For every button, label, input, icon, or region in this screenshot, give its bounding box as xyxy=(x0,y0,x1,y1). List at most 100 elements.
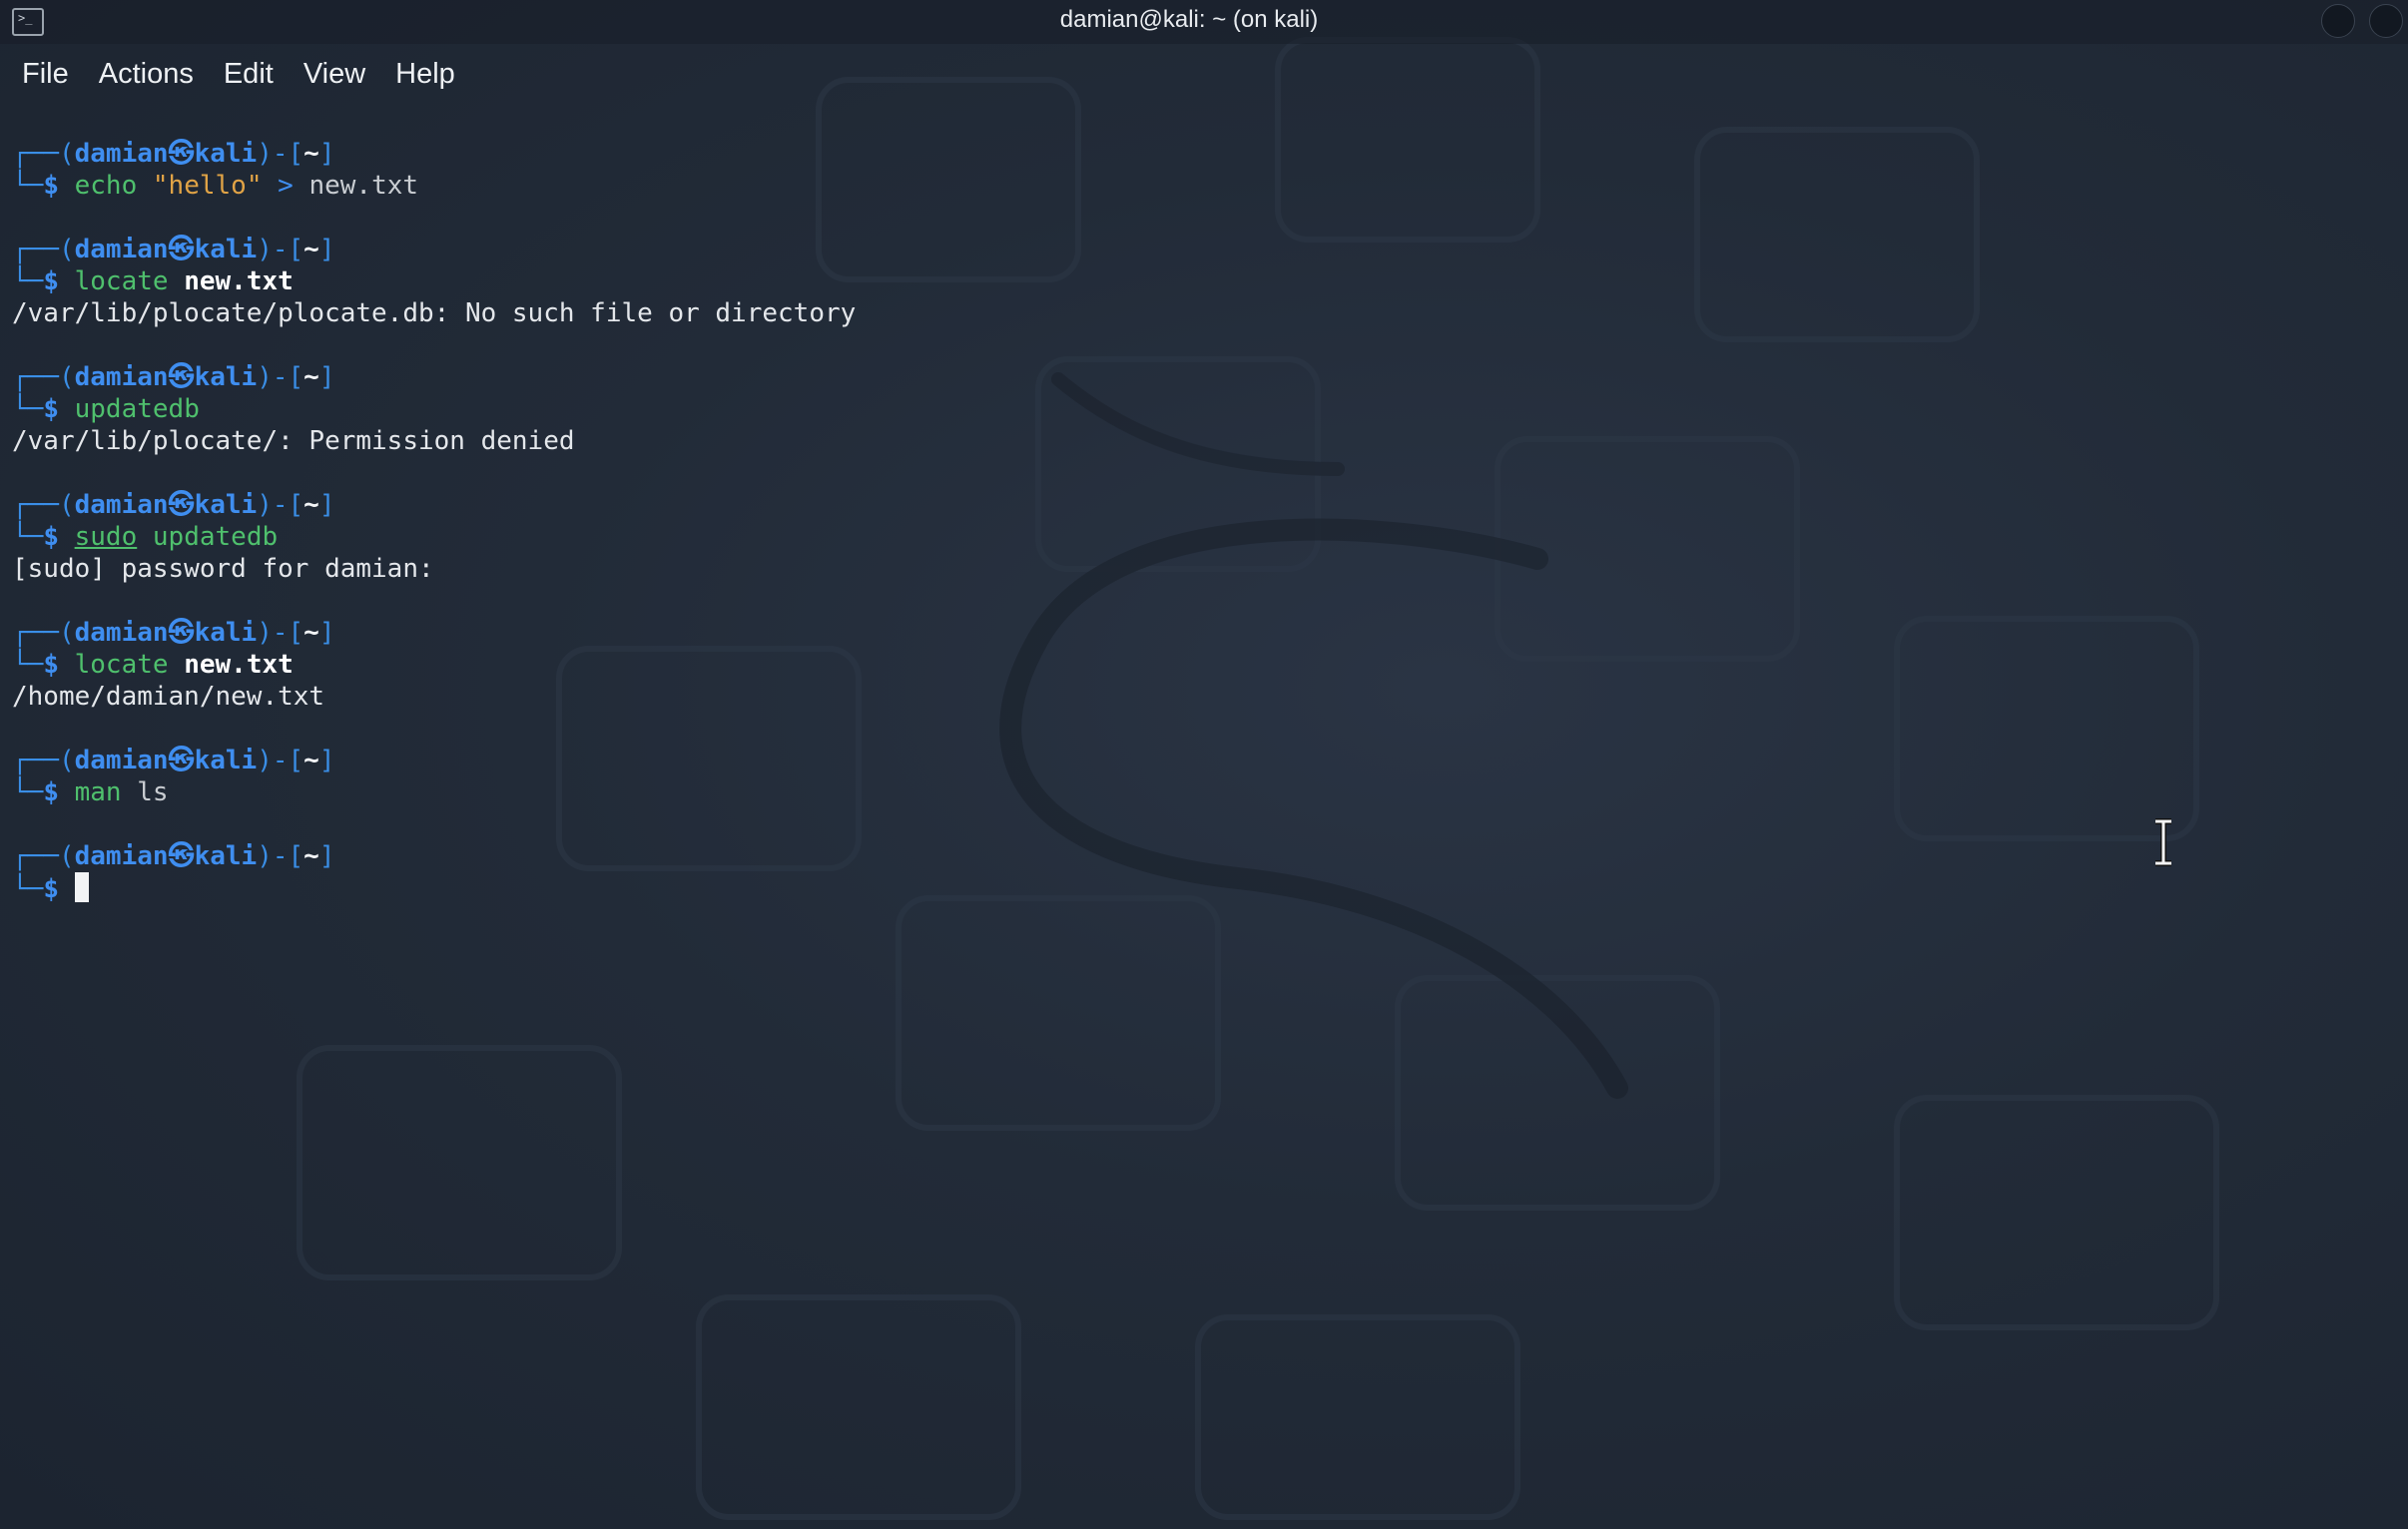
command-line: └─$ updatedb xyxy=(12,393,2388,425)
prompt-directory: ~ xyxy=(303,841,319,871)
command-line: └─$ locate new.txt xyxy=(12,649,2388,681)
prompt-at-symbol: ㉿ xyxy=(168,841,195,871)
prompt-bracket: ] xyxy=(318,139,335,169)
command-output: [sudo] password for damian: xyxy=(12,554,434,584)
prompt-bracket: ] xyxy=(318,618,335,648)
command-argument: ls xyxy=(137,777,169,807)
prompt-corner: └─ xyxy=(12,394,44,424)
prompt-bracket: ┌──( xyxy=(12,841,75,871)
window-title: damian@kali: ~ (on kali) xyxy=(1059,6,1319,33)
prompt-corner: └─ xyxy=(12,522,44,552)
prompt-header: ┌──(damian㉿kali)-[~] xyxy=(12,138,2388,170)
menu-actions[interactable]: Actions xyxy=(99,58,194,91)
menu-file[interactable]: File xyxy=(22,58,69,91)
prompt-user: damian xyxy=(74,746,169,775)
prompt-bracket: )-[ xyxy=(257,490,304,520)
prompt-user: damian xyxy=(74,841,169,871)
prompt-corner: └─ xyxy=(12,874,44,904)
command-name: man xyxy=(74,777,122,807)
prompt-at-symbol: ㉿ xyxy=(168,490,195,520)
prompt-header: ┌──(damian㉿kali)-[~] xyxy=(12,745,2388,776)
prompt-corner: └─ xyxy=(12,777,44,807)
prompt-bracket: ] xyxy=(318,841,335,871)
prompt-symbol: $ xyxy=(43,266,59,296)
prompt-bracket: ] xyxy=(318,235,335,264)
command-output: /var/lib/plocate/plocate.db: No such fil… xyxy=(12,298,857,328)
prompt-user: damian xyxy=(74,139,169,169)
prompt-bracket: ┌──( xyxy=(12,490,75,520)
prompt-user: damian xyxy=(74,490,169,520)
prompt-corner: └─ xyxy=(12,266,44,296)
prompt-bracket: )-[ xyxy=(257,618,304,648)
menu-view[interactable]: View xyxy=(303,58,365,91)
prompt-bracket: ] xyxy=(318,746,335,775)
menu-edit[interactable]: Edit xyxy=(224,58,274,91)
prompt-symbol: $ xyxy=(43,650,59,680)
menu-help[interactable]: Help xyxy=(395,58,455,91)
prompt-host: kali xyxy=(194,490,258,520)
prompt-bracket: )-[ xyxy=(257,841,304,871)
terminal-block: ┌──(damian㉿kali)-[~] └─$ sudo updatedb [su… xyxy=(12,489,2388,585)
prompt-bracket: )-[ xyxy=(257,139,304,169)
terminal-block: ┌──(damian㉿kali)-[~] └─$ locate new.txt/v… xyxy=(12,234,2388,329)
prompt-bracket: )-[ xyxy=(257,362,304,392)
terminal-output-area[interactable]: ┌──(damian㉿kali)-[~] └─$ echo "hello" > n… xyxy=(12,138,2388,936)
command-name: locate xyxy=(74,266,169,296)
prompt-at-symbol: ㉿ xyxy=(168,746,195,775)
prompt-host: kali xyxy=(194,841,258,871)
prompt-symbol: $ xyxy=(43,874,59,904)
command-line: └─$ sudo updatedb xyxy=(12,521,2388,553)
text-cursor-ibeam-icon xyxy=(2155,818,2171,866)
prompt-directory: ~ xyxy=(303,235,319,264)
prompt-corner: └─ xyxy=(12,650,44,680)
prompt-user: damian xyxy=(74,235,169,264)
prompt-user: damian xyxy=(74,618,169,648)
prompt-directory: ~ xyxy=(303,746,319,775)
prompt-user: damian xyxy=(74,362,169,392)
command-line: └─$ man ls xyxy=(12,776,2388,808)
prompt-directory: ~ xyxy=(303,362,319,392)
prompt-header: ┌──(damian㉿kali)-[~] xyxy=(12,489,2388,521)
command-argument: updatedb xyxy=(152,522,279,552)
command-output: /var/lib/plocate/: Permission denied xyxy=(12,426,575,456)
command-output: /home/damian/new.txt xyxy=(12,682,325,712)
minimize-button[interactable] xyxy=(2321,4,2355,38)
prompt-host: kali xyxy=(194,139,258,169)
prompt-host: kali xyxy=(194,362,258,392)
prompt-at-symbol: ㉿ xyxy=(168,362,195,392)
command-argument: new.txt xyxy=(184,650,294,680)
command-line: └─$ xyxy=(12,872,2388,904)
command-name: updatedb xyxy=(74,394,200,424)
prompt-at-symbol: ㉿ xyxy=(168,618,195,648)
prompt-at-symbol: ㉿ xyxy=(168,139,195,169)
prompt-bracket: ┌──( xyxy=(12,235,75,264)
command-name: sudo xyxy=(74,522,138,552)
command-argument: "hello" xyxy=(152,171,263,201)
terminal-block: ┌──(damian㉿kali)-[~] └─$ xyxy=(12,840,2388,904)
maximize-button[interactable] xyxy=(2369,4,2403,38)
text-cursor xyxy=(74,872,89,902)
menu-bar: File Actions Edit View Help xyxy=(0,52,2408,96)
title-bar: >_ damian@kali: ~ (on kali) xyxy=(0,0,2408,44)
command-line: └─$ locate new.txt xyxy=(12,265,2388,297)
terminal-window: >_ damian@kali: ~ (on kali) File Actions… xyxy=(0,0,2408,1529)
command-line: └─$ echo "hello" > new.txt xyxy=(12,170,2388,202)
prompt-header: ┌──(damian㉿kali)-[~] xyxy=(12,361,2388,393)
prompt-bracket: ┌──( xyxy=(12,618,75,648)
prompt-header: ┌──(damian㉿kali)-[~] xyxy=(12,840,2388,872)
prompt-directory: ~ xyxy=(303,490,319,520)
prompt-bracket: ┌──( xyxy=(12,139,75,169)
command-name: locate xyxy=(74,650,169,680)
prompt-host: kali xyxy=(194,235,258,264)
command-name: echo xyxy=(74,171,138,201)
prompt-corner: └─ xyxy=(12,171,44,201)
prompt-bracket: ] xyxy=(318,490,335,520)
prompt-symbol: $ xyxy=(43,394,59,424)
terminal-block: ┌──(damian㉿kali)-[~] └─$ echo "hello" > n… xyxy=(12,138,2388,202)
prompt-header: ┌──(damian㉿kali)-[~] xyxy=(12,617,2388,649)
prompt-bracket: ┌──( xyxy=(12,746,75,775)
terminal-block: ┌──(damian㉿kali)-[~] └─$ updatedb/var/lib… xyxy=(12,361,2388,457)
prompt-symbol: $ xyxy=(43,777,59,807)
command-argument: > xyxy=(278,171,294,201)
prompt-bracket: ] xyxy=(318,362,335,392)
